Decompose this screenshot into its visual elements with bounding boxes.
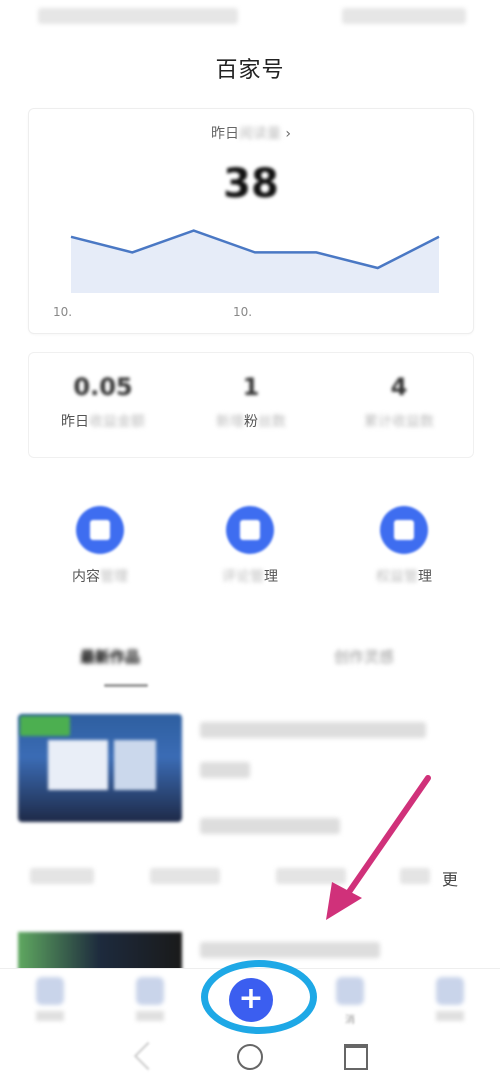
tool-2-icon xyxy=(226,506,274,554)
article-meta xyxy=(200,818,340,834)
nav-item-discover[interactable] xyxy=(130,977,170,1021)
traffic-card[interactable]: 昨日阅读量 › 38 10. 10. xyxy=(28,108,474,334)
article-title-line-1 xyxy=(200,722,426,738)
stat-3-label: 累计收益数 xyxy=(364,414,434,430)
meta-likes xyxy=(276,868,346,884)
chevron-right-icon: › xyxy=(285,126,292,142)
page-title: 百家号 xyxy=(215,58,285,83)
tool-content-management[interactable]: 内容管理 xyxy=(30,506,170,586)
stat-2-value: 1 xyxy=(242,373,260,401)
list-item[interactable] xyxy=(18,714,482,834)
tool-3[interactable]: 权益管理 xyxy=(334,506,474,586)
tool-2-label: 评论管理 xyxy=(222,569,278,585)
status-bar xyxy=(0,0,500,34)
stat-1-value: 0.05 xyxy=(73,373,133,401)
stats-row: 0.05 昨日收益金额 1 新增粉丝数 4 累计收益数 xyxy=(28,352,474,458)
stat-1-label: 昨日收益金额 xyxy=(61,414,145,430)
back-icon[interactable] xyxy=(133,1041,163,1071)
traffic-line-chart xyxy=(70,229,440,293)
stat-2-label: 新增粉丝数 xyxy=(216,414,286,430)
traffic-label-prefix: 昨日 xyxy=(210,126,239,142)
chart-area xyxy=(71,230,439,293)
tab-active-indicator xyxy=(104,684,148,687)
recent-apps-icon[interactable] xyxy=(344,1044,368,1070)
nav-item-home[interactable] xyxy=(30,977,70,1021)
home-icon xyxy=(36,977,64,1005)
tab-recent-works[interactable]: 最新作品 xyxy=(80,646,140,667)
nav-item-messages[interactable]: 消 xyxy=(330,977,370,1026)
meta-views xyxy=(30,868,94,884)
status-left-info xyxy=(38,8,238,24)
tool-2[interactable]: 评论管理 xyxy=(180,506,320,586)
status-right-info xyxy=(342,8,466,24)
tool-3-icon xyxy=(380,506,428,554)
message-icon xyxy=(336,977,364,1005)
article-stats-row: 更 xyxy=(30,866,470,890)
tab-other[interactable]: 创作灵感 xyxy=(334,646,394,667)
tool-1-label: 内容管理 xyxy=(72,569,128,585)
meta-comments xyxy=(150,868,220,884)
system-nav-bar xyxy=(0,1034,500,1084)
thumbnail-badge xyxy=(20,716,70,736)
nav-item-profile[interactable] xyxy=(430,977,470,1021)
traffic-label-blurred: 阅读量 xyxy=(238,126,281,142)
article-tag xyxy=(200,762,250,778)
profile-icon xyxy=(436,977,464,1005)
publish-button[interactable]: + xyxy=(229,978,273,1022)
stat-1[interactable]: 0.05 昨日收益金额 xyxy=(29,353,177,457)
meta-more-block xyxy=(400,868,430,884)
stat-3[interactable]: 4 累计收益数 xyxy=(325,353,473,457)
home-circle-icon[interactable] xyxy=(237,1044,263,1070)
traffic-card-label[interactable]: 昨日阅读量 › xyxy=(29,123,473,143)
stat-3-value: 4 xyxy=(390,373,408,401)
article-thumbnail xyxy=(18,932,182,972)
article-title-line xyxy=(200,942,380,958)
traffic-value: 38 xyxy=(223,161,279,207)
discover-icon xyxy=(136,977,164,1005)
content-icon xyxy=(76,506,124,554)
more-button[interactable]: 更 xyxy=(442,866,458,890)
x-tick-1: 10. xyxy=(53,305,73,319)
stat-2[interactable]: 1 新增粉丝数 xyxy=(177,353,325,457)
tool-3-label: 权益管理 xyxy=(376,569,432,585)
x-tick-2: 10. xyxy=(233,305,253,319)
